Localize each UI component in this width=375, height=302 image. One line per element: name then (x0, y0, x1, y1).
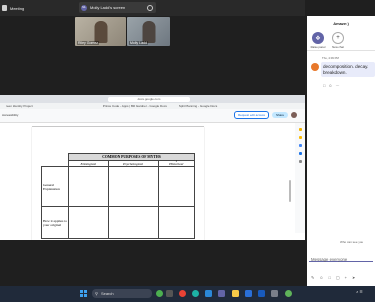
myths-table: COMMON PURPOSES OF MYTHS Etiological Psy… (41, 153, 196, 239)
table-cell: 1 (157, 159, 196, 207)
participant-name: Riley Gomez (77, 41, 100, 45)
addons-icon (298, 160, 302, 163)
screen-share-label: Molly Ladd's screen (90, 5, 126, 10)
chat-divider (307, 50, 375, 51)
word-icon[interactable] (258, 290, 265, 297)
taskbar-search[interactable]: ⚲ Search (92, 289, 152, 298)
explorer-icon[interactable] (232, 290, 239, 297)
participant-name: Molly Ladd (129, 41, 148, 45)
plus-icon: + (332, 32, 344, 44)
more-icon[interactable]: ⋯ (336, 83, 340, 88)
table-cell (107, 206, 159, 239)
table-row: How it applies to your original (41, 206, 196, 239)
message-reactions: □ ☺ ⋯ (323, 83, 340, 88)
shield-icon: ❖ (312, 32, 324, 44)
participant-tile[interactable]: Molly Ladd (127, 17, 170, 46)
search-icon: ⚲ (95, 291, 98, 296)
emoji-icon[interactable]: ☺ (319, 275, 323, 280)
format-icon[interactable]: ✎ (311, 275, 314, 280)
table-cell (107, 166, 159, 207)
cell-value: 1 (175, 158, 178, 163)
docs-actions: Request edit access Share (233, 111, 297, 119)
table-cell (68, 206, 109, 239)
accessibility-menu: Accessibility (2, 113, 19, 117)
keep-icon (298, 128, 302, 131)
meeting-top-bar: Meeting ML Molly Ladd's screen (0, 0, 305, 16)
more-options-icon[interactable]: + (345, 275, 347, 280)
message-timestamp: Thu, 4:09 PM (322, 56, 339, 60)
bookmark-item: Prince Code - Apps | Bill Gardner - Goog… (102, 104, 167, 108)
app-icon[interactable] (271, 290, 278, 297)
weather-icon[interactable] (156, 290, 163, 297)
row-header: How it applies to your original (41, 206, 69, 239)
bookmark-item: Split Planning - Google Docs (178, 104, 218, 108)
outlook-icon[interactable] (205, 290, 212, 297)
chat-title: Amaze:) (333, 21, 349, 26)
docs-toolbar: Accessibility Request edit access Share (0, 109, 305, 123)
table-cell (68, 166, 109, 207)
tasks-icon (298, 136, 302, 139)
files-icon[interactable] (166, 290, 173, 297)
who-can-see-notice[interactable]: Who can see you (340, 240, 363, 244)
request-edit-button: Request edit access (233, 111, 269, 119)
action-label: New chat (332, 45, 344, 49)
meeting-label: Meeting (10, 5, 25, 11)
row-header: General Explanation (41, 166, 69, 207)
message-compose[interactable] (309, 248, 373, 266)
start-tile (80, 293, 84, 297)
bookmark-item: reen Identity Project (6, 104, 33, 108)
participant-tile[interactable]: Riley Gomez (75, 17, 126, 46)
screen-share-pill[interactable]: ML Molly Ladd's screen (79, 2, 156, 13)
send-icon[interactable]: ➤ (352, 275, 355, 280)
start-tile (80, 290, 84, 294)
presenter-avatar: ML (81, 4, 87, 11)
document-scrollbar (289, 180, 291, 202)
shared-screen: docs.google.com reen Identity Project Pr… (0, 95, 305, 240)
start-tile (83, 290, 87, 294)
teams-icon[interactable] (218, 290, 225, 297)
start-tile (83, 293, 87, 297)
message-input[interactable] (309, 253, 373, 266)
browser-titlebar: docs.google.com (0, 95, 305, 103)
app-icon[interactable] (285, 290, 292, 297)
address-bar: docs.google.com (108, 96, 190, 102)
document-page: COMMON PURPOSES OF MYTHS Etiological Psy… (32, 127, 204, 240)
compose-toolbar: ✎ ☺ □ ▢ + ➤ (311, 275, 355, 280)
sender-avatar (311, 63, 319, 71)
react-icon[interactable]: ☺ (328, 83, 332, 88)
table-corner (42, 154, 69, 161)
account-avatar (291, 112, 297, 118)
search-label: Search (100, 291, 114, 296)
meeting-menu[interactable]: Meeting (0, 5, 24, 11)
table-row: General Explanation 1 (41, 159, 196, 207)
new-chat-button[interactable]: + New chat (327, 32, 349, 49)
chat-panel: Amaze:) ❖ Raise panel + New chat Thu, 4:… (307, 16, 375, 286)
stage-background (0, 240, 305, 286)
maps-icon (298, 152, 302, 155)
pop-out-icon[interactable] (147, 4, 153, 11)
contacts-icon (298, 144, 302, 147)
taskbar (0, 286, 375, 302)
store-icon[interactable] (245, 290, 252, 297)
action-label: Raise panel (310, 45, 326, 49)
table-cell (157, 206, 196, 239)
reply-icon[interactable]: □ (323, 83, 325, 88)
meeting-icon (2, 5, 7, 11)
raise-panel-button[interactable]: ❖ Raise panel (307, 32, 329, 49)
docs-side-panel (295, 123, 305, 233)
start-icon[interactable] (80, 290, 87, 297)
participant-video (142, 21, 155, 43)
edge-icon[interactable] (192, 290, 199, 297)
share-button: Share (271, 112, 288, 118)
sticker-icon[interactable]: ▢ (336, 275, 340, 280)
chat-message: decomposition. decay. breakdown. (321, 62, 375, 78)
participant-video (94, 21, 107, 43)
system-tray-icon[interactable]: ∧ ☰ (356, 290, 363, 294)
chrome-icon[interactable] (179, 290, 186, 297)
gif-icon[interactable]: □ (328, 275, 330, 280)
